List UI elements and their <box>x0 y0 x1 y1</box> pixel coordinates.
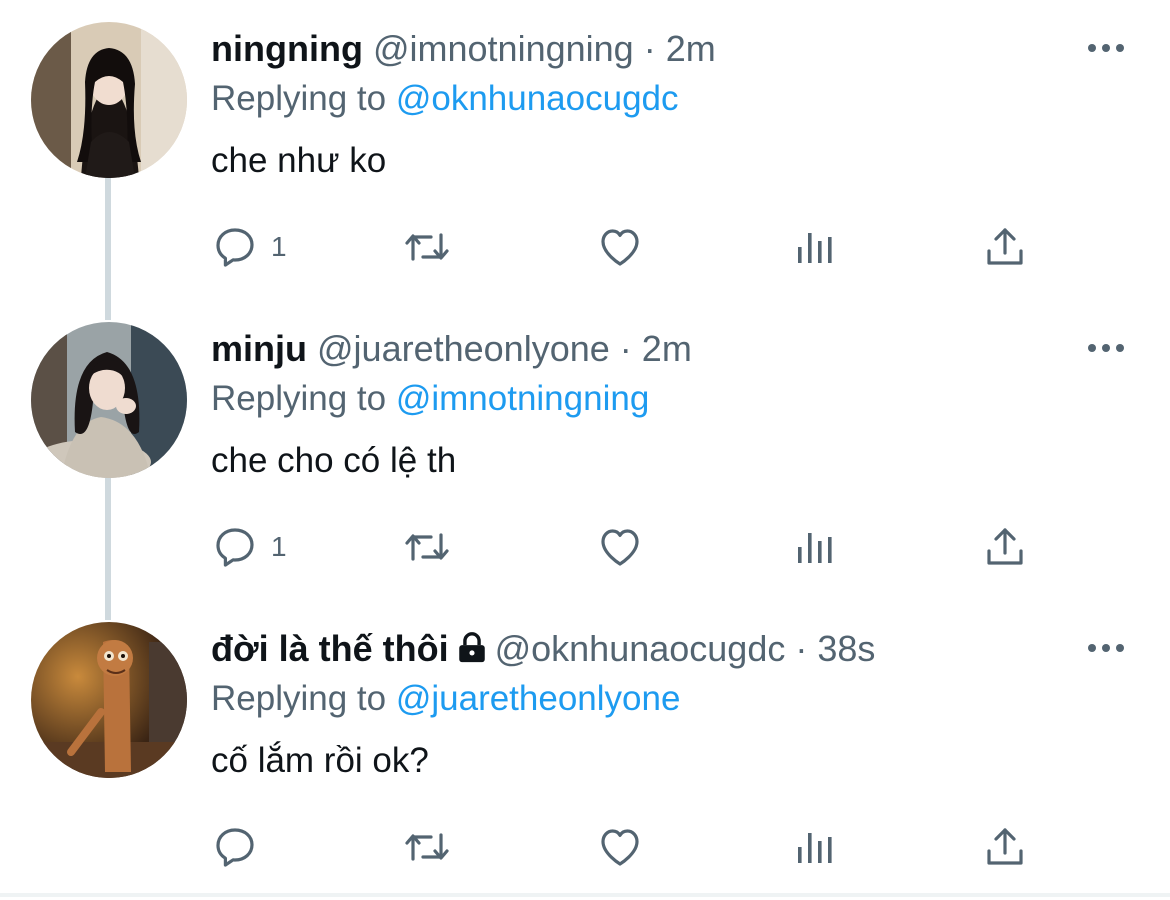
tweet[interactable]: ningning @imnotningning · 2m Replying to… <box>0 0 1170 300</box>
tweet-header: đời là thế thôi @oknhunaocugdc · 38s <box>211 624 875 674</box>
reply-count: 1 <box>271 531 287 562</box>
avatar[interactable] <box>31 322 187 478</box>
tweet[interactable]: minju @juaretheonlyone · 2m Replying to … <box>0 300 1170 600</box>
replying-to-label: Replying to <box>211 379 396 418</box>
user-handle[interactable]: @imnotningning <box>373 28 634 69</box>
more-icon <box>1088 44 1124 52</box>
reply-icon <box>216 828 254 867</box>
more-icon <box>1088 644 1124 652</box>
bottom-divider <box>0 893 1170 897</box>
retweet-button[interactable] <box>401 522 453 572</box>
tweet-header: ningning @imnotningning · 2m <box>211 24 716 74</box>
more-button[interactable] <box>1084 330 1128 366</box>
separator-dot: · <box>795 628 808 669</box>
views-button[interactable] <box>791 522 839 572</box>
display-name[interactable]: đời là thế thôi <box>211 628 449 669</box>
like-button[interactable] <box>596 822 644 872</box>
separator-dot: · <box>643 28 656 69</box>
views-icon <box>798 233 832 263</box>
tweet[interactable]: đời là thế thôi @oknhunaocugdc · 38s Rep… <box>0 600 1170 900</box>
timestamp[interactable]: 2m <box>642 328 692 369</box>
replying-to-label: Replying to <box>211 679 396 718</box>
user-handle[interactable]: @juaretheonlyone <box>317 328 610 369</box>
retweet-icon <box>405 833 449 861</box>
timestamp[interactable]: 38s <box>817 628 875 669</box>
reply-count: 1 <box>271 231 287 262</box>
share-button[interactable] <box>981 222 1029 272</box>
avatar[interactable] <box>31 22 187 178</box>
heart-icon <box>601 229 639 266</box>
display-name[interactable]: minju <box>211 328 307 369</box>
share-icon <box>987 828 1023 865</box>
tweet-text: che cho có lệ th <box>211 441 457 480</box>
reply-icon <box>216 528 254 567</box>
share-button[interactable] <box>981 822 1029 872</box>
lock-icon <box>458 632 485 663</box>
replying-to-label: Replying to <box>211 79 396 118</box>
replying-to-line: Replying to @oknhunaocugdc <box>211 76 679 122</box>
heart-icon <box>601 829 639 866</box>
more-button[interactable] <box>1084 630 1128 666</box>
views-button[interactable] <box>791 822 839 872</box>
retweet-icon <box>405 233 449 261</box>
heart-icon <box>601 529 639 566</box>
reply-icon <box>216 228 254 267</box>
views-button[interactable] <box>791 222 839 272</box>
more-button[interactable] <box>1084 30 1128 66</box>
mention-link[interactable]: @juaretheonlyone <box>396 679 681 718</box>
avatar[interactable] <box>31 622 187 778</box>
share-icon <box>987 228 1023 265</box>
like-button[interactable] <box>596 522 644 572</box>
share-icon <box>987 528 1023 565</box>
mention-link[interactable]: @imnotningning <box>396 379 649 418</box>
views-icon <box>798 833 832 863</box>
retweet-button[interactable] <box>401 222 453 272</box>
timestamp[interactable]: 2m <box>666 28 716 69</box>
reply-button[interactable]: 1 <box>211 222 287 272</box>
share-button[interactable] <box>981 522 1029 572</box>
user-handle[interactable]: @oknhunaocugdc <box>495 628 786 669</box>
retweet-icon <box>405 533 449 561</box>
like-button[interactable] <box>596 222 644 272</box>
mention-link[interactable]: @oknhunaocugdc <box>396 79 679 118</box>
tweet-actions: 1 <box>211 222 1111 272</box>
views-icon <box>798 533 832 563</box>
replying-to-line: Replying to @imnotningning <box>211 376 649 422</box>
tweet-actions: 1 <box>211 522 1111 572</box>
tweet-actions <box>211 822 1111 872</box>
tweet-text: che như ko <box>211 141 387 180</box>
tweet-text: cố lắm rồi ok? <box>211 741 429 780</box>
more-icon <box>1088 344 1124 352</box>
separator-dot: · <box>619 328 632 369</box>
reply-thread: ningning @imnotningning · 2m Replying to… <box>0 0 1170 897</box>
retweet-button[interactable] <box>401 822 453 872</box>
tweet-header: minju @juaretheonlyone · 2m <box>211 324 692 374</box>
display-name[interactable]: ningning <box>211 28 363 69</box>
replying-to-line: Replying to @juaretheonlyone <box>211 676 680 722</box>
reply-button[interactable] <box>211 822 271 872</box>
reply-button[interactable]: 1 <box>211 522 287 572</box>
